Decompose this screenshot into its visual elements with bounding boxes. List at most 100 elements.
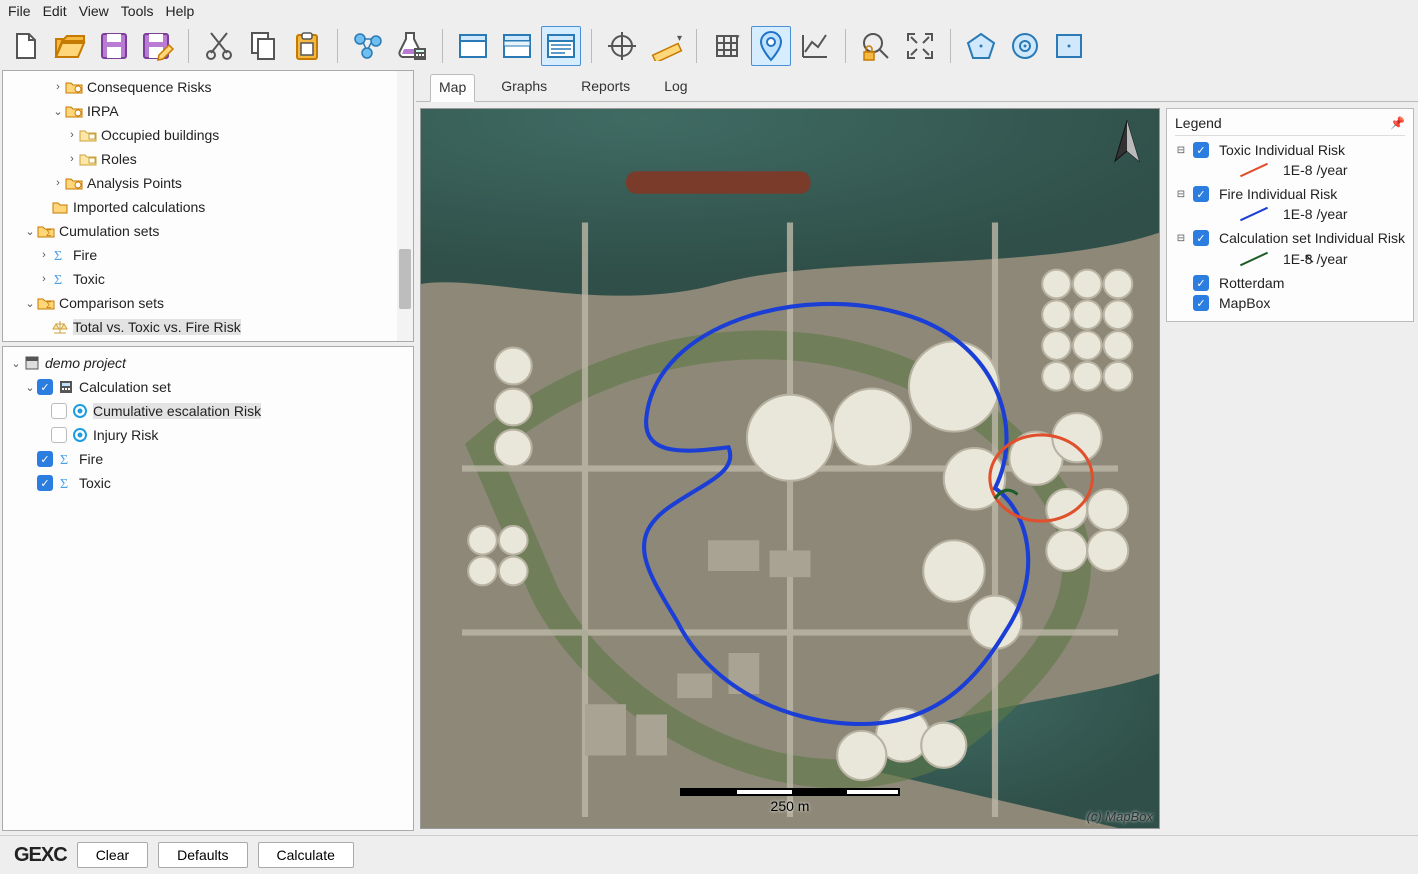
tree-item[interactable]: Imported calculations xyxy=(3,195,413,219)
layer-item-label: Fire xyxy=(79,451,103,467)
legend-entry-value: 1E-8 /year xyxy=(1283,162,1348,178)
tab-reports[interactable]: Reports xyxy=(573,74,638,101)
tree-toggle-icon[interactable]: › xyxy=(37,249,51,261)
layer-checkbox[interactable] xyxy=(37,475,53,491)
layer-item[interactable]: Injury Risk xyxy=(3,423,413,447)
menu-view[interactable]: View xyxy=(79,3,109,19)
tree-item[interactable]: ⌄ΣComparison sets xyxy=(3,291,413,315)
layer-checkbox[interactable] xyxy=(51,427,67,443)
legend-entry-value: 1E-8 /year xyxy=(1283,206,1348,222)
pin-icon[interactable]: 📌 xyxy=(1390,116,1405,130)
left-panel: › Consequence Risks ⌄ IRPA ›Occupied buildin… xyxy=(0,70,416,835)
tree-toggle-icon[interactable]: › xyxy=(65,153,79,165)
tree-item-label: Consequence Risks xyxy=(87,79,212,95)
save-icon[interactable] xyxy=(94,26,134,66)
tree-toggle-icon[interactable]: › xyxy=(51,177,65,189)
tree-toggle-icon[interactable]: › xyxy=(65,129,79,141)
cut-icon[interactable] xyxy=(199,26,239,66)
layer-item[interactable]: ΣToxic xyxy=(3,471,413,495)
tab-graphs[interactable]: Graphs xyxy=(493,74,555,101)
legend-layer-checkbox[interactable] xyxy=(1193,275,1209,291)
tree-toggle-icon[interactable]: ⌄ xyxy=(9,357,23,370)
tab-map[interactable]: Map xyxy=(430,74,475,102)
layer-item[interactable]: ⌄ demo project xyxy=(3,351,413,375)
svg-text:Σ: Σ xyxy=(60,477,68,491)
layer-checkbox[interactable] xyxy=(37,379,53,395)
layers-tree-bottom[interactable]: ⌄ demo project ⌄Calculation set Cumulative … xyxy=(2,346,414,831)
tree-item[interactable]: ›Analysis Points xyxy=(3,171,413,195)
menu-edit[interactable]: Edit xyxy=(43,3,67,19)
grid-icon[interactable]: ▾ xyxy=(707,26,747,66)
molecule-icon[interactable] xyxy=(348,26,388,66)
tree-item[interactable]: ›ΣFire xyxy=(3,243,413,267)
layer-item-label: demo project xyxy=(45,355,126,371)
clear-button[interactable]: Clear xyxy=(77,842,148,868)
tree-item[interactable]: ›Occupied buildings xyxy=(3,123,413,147)
tree-item[interactable]: ⌄ IRPA xyxy=(3,99,413,123)
window-text-icon[interactable] xyxy=(541,26,581,66)
tree-toggle-icon[interactable]: › xyxy=(37,273,51,285)
fit-extent-icon[interactable] xyxy=(900,26,940,66)
location-pin-icon[interactable] xyxy=(751,26,791,66)
menu-file[interactable]: File xyxy=(8,3,31,19)
layer-item-label: Cumulative escalation Risk xyxy=(93,403,261,419)
shape-pentagon-icon[interactable] xyxy=(961,26,1001,66)
project-tree-top[interactable]: › Consequence Risks ⌄ IRPA ›Occupied buildin… xyxy=(2,70,414,342)
copy-icon[interactable] xyxy=(243,26,283,66)
legend-expand-icon[interactable]: ⊟ xyxy=(1175,145,1187,156)
zoom-lock-icon[interactable] xyxy=(856,26,896,66)
tree-item[interactable]: ⌄ΣCumulation sets xyxy=(3,219,413,243)
new-file-icon[interactable] xyxy=(6,26,46,66)
legend-checkbox[interactable] xyxy=(1193,142,1209,158)
menu-tools[interactable]: Tools xyxy=(121,3,154,19)
defaults-button[interactable]: Defaults xyxy=(158,842,247,868)
layer-item[interactable]: ΣFire xyxy=(3,447,413,471)
tree-item[interactable]: › Consequence Risks xyxy=(3,75,413,99)
view-tabs: Map Graphs Reports Log xyxy=(416,70,1418,102)
tree-item[interactable]: Total vs. Toxic vs. Fire Risk xyxy=(3,315,413,339)
tree-toggle-icon[interactable]: ⌄ xyxy=(23,297,37,310)
open-file-icon[interactable] xyxy=(50,26,90,66)
tree-toggle-icon[interactable]: ⌄ xyxy=(51,105,65,118)
flask-calc-icon[interactable] xyxy=(392,26,432,66)
legend-expand-icon[interactable]: ⊟ xyxy=(1175,233,1187,244)
line-chart-icon[interactable] xyxy=(795,26,835,66)
legend-entry: ⊟Toxic Individual Risk xyxy=(1175,142,1405,158)
ruler-icon[interactable]: ▾ xyxy=(646,26,686,66)
svg-text:▾: ▾ xyxy=(677,33,682,44)
legend-color-swatch xyxy=(1240,251,1268,265)
calculate-button[interactable]: Calculate xyxy=(258,842,354,868)
window-plain-icon[interactable] xyxy=(453,26,493,66)
map-view[interactable]: 250 m (c) MapBox xyxy=(420,108,1160,829)
tree-toggle-icon[interactable]: ⌄ xyxy=(23,225,37,238)
toolbar-separator xyxy=(188,29,189,63)
shape-ring-icon[interactable] xyxy=(1005,26,1045,66)
window-ribbon-icon[interactable] xyxy=(497,26,537,66)
layer-item[interactable]: Cumulative escalation Risk xyxy=(3,399,413,423)
shape-square-icon[interactable] xyxy=(1049,26,1089,66)
legend-entry: ⊟Calculation set Individual Risk xyxy=(1175,230,1405,246)
legend-checkbox[interactable] xyxy=(1193,186,1209,202)
sigma-icon: Σ xyxy=(51,246,69,264)
scrollbar[interactable] xyxy=(397,71,413,341)
paste-icon[interactable] xyxy=(287,26,327,66)
layer-checkbox[interactable] xyxy=(37,451,53,467)
layer-item[interactable]: ⌄Calculation set xyxy=(3,375,413,399)
map-scale-bar: 250 m xyxy=(680,788,900,814)
save-edit-icon[interactable] xyxy=(138,26,178,66)
tree-item-label: IRPA xyxy=(87,103,119,119)
legend-checkbox[interactable] xyxy=(1193,230,1209,246)
menu-help[interactable]: Help xyxy=(165,3,194,19)
tree-item[interactable]: ›Roles xyxy=(3,147,413,171)
toolbar-separator xyxy=(337,29,338,63)
tree-item[interactable]: ›ΣToxic xyxy=(3,267,413,291)
legend-entry: ⊟Fire Individual Risk xyxy=(1175,186,1405,202)
crosshair-icon[interactable] xyxy=(602,26,642,66)
tree-toggle-icon[interactable]: › xyxy=(51,81,65,93)
tree-toggle-icon[interactable]: ⌄ xyxy=(23,381,37,394)
legend-layer-checkbox[interactable] xyxy=(1193,295,1209,311)
layer-checkbox[interactable] xyxy=(51,403,67,419)
legend-color-swatch xyxy=(1240,207,1268,221)
legend-expand-icon[interactable]: ⊟ xyxy=(1175,189,1187,200)
tab-log[interactable]: Log xyxy=(656,74,695,101)
